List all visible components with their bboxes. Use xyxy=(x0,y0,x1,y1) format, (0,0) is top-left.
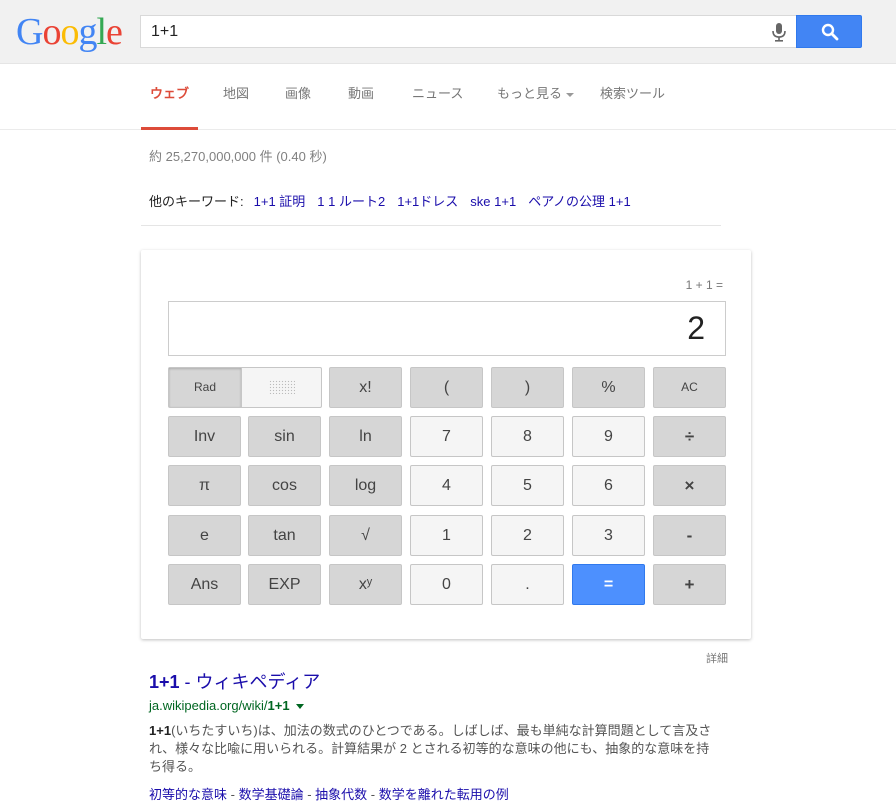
result-title-bold: 1+1 xyxy=(149,672,180,692)
result-title-rest: - ウィキペディア xyxy=(179,672,321,692)
related-link[interactable]: 1+1 証明 xyxy=(254,194,306,209)
sitelink[interactable]: 抽象代数 xyxy=(315,787,367,802)
tab-news[interactable]: ニュース xyxy=(403,86,472,130)
equals-key[interactable]: = xyxy=(572,564,645,605)
digit-5-key[interactable]: 5 xyxy=(491,465,564,506)
url-dropdown-icon[interactable] xyxy=(295,704,304,710)
search-box xyxy=(140,15,796,48)
rad-button[interactable]: Rad xyxy=(169,368,242,407)
result-url-prefix: ja.wikipedia.org/wiki/ xyxy=(149,698,268,713)
percent-key[interactable]: % xyxy=(572,367,645,408)
tab-search-tools[interactable]: 検索ツール xyxy=(591,86,674,130)
exp-key[interactable]: EXP xyxy=(248,564,321,605)
result-snippet: 1+1(いちたすいち)は、加法の数式のひとつである。しばしば、最も単純な計算問題… xyxy=(149,722,719,776)
header-bar: Google xyxy=(0,0,896,64)
related-link[interactable]: 1+1ドレス xyxy=(397,194,458,209)
digit-3-key[interactable]: 3 xyxy=(572,515,645,556)
snippet-text: (いちたすいち)は、加法の数式のひとつである。しばしば、最も単純な計算問題として… xyxy=(149,723,712,774)
digit-7-key[interactable]: 7 xyxy=(410,416,483,457)
sitelink-separator: - xyxy=(367,787,379,802)
deg-placeholder xyxy=(269,380,295,394)
ln-key[interactable]: ln xyxy=(329,416,402,457)
minus-key[interactable]: - xyxy=(653,515,726,556)
sqrt-key[interactable]: √ xyxy=(329,515,402,556)
calculator-details-link[interactable]: 詳細 xyxy=(706,650,728,666)
digit-0-key[interactable]: 0 xyxy=(410,564,483,605)
tab-web[interactable]: ウェブ xyxy=(141,86,199,130)
log-key[interactable]: log xyxy=(329,465,402,506)
digit-4-key[interactable]: 4 xyxy=(410,465,483,506)
search-input[interactable] xyxy=(151,16,751,47)
sitelink[interactable]: 数学を離れた転用の例 xyxy=(379,787,509,802)
logo-letter: o xyxy=(42,11,61,53)
all-clear-key[interactable]: AC xyxy=(653,367,726,408)
search-button[interactable] xyxy=(796,15,862,48)
ans-key[interactable]: Ans xyxy=(168,564,241,605)
digit-8-key[interactable]: 8 xyxy=(491,416,564,457)
tan-key[interactable]: tan xyxy=(248,515,321,556)
tab-maps[interactable]: 地図 xyxy=(214,86,258,130)
open-paren-key[interactable]: ( xyxy=(410,367,483,408)
digit-9-key[interactable]: 9 xyxy=(572,416,645,457)
calculator-display[interactable]: 2 xyxy=(168,301,726,356)
digit-2-key[interactable]: 2 xyxy=(491,515,564,556)
inv-key[interactable]: Inv xyxy=(168,416,241,457)
e-key[interactable]: e xyxy=(168,515,241,556)
tab-images[interactable]: 画像 xyxy=(276,86,320,130)
result-sitelinks: 初等的な意味 - 数学基礎論 - 抽象代数 - 数学を離れた転用の例 xyxy=(149,784,509,803)
result-stats: 約 25,270,000,000 件 (0.40 秒) xyxy=(149,149,327,164)
sitelink-separator: - xyxy=(227,787,239,802)
related-searches: 他のキーワード: 1+1 証明 1 1 ルート2 1+1ドレス ske 1+1 ペアノの公… xyxy=(149,191,631,210)
rad-deg-toggle[interactable]: Rad xyxy=(168,367,322,408)
close-paren-key[interactable]: ) xyxy=(491,367,564,408)
calculator-expression: 1 + 1 = xyxy=(685,278,723,292)
tab-more[interactable]: もっと見る xyxy=(488,86,583,130)
result-title-link[interactable]: 1+1 - ウィキペディア xyxy=(149,668,320,694)
related-link[interactable]: ske 1+1 xyxy=(470,194,516,209)
logo-letter: l xyxy=(96,11,107,53)
logo-letter: e xyxy=(106,11,123,53)
calculator-result: 2 xyxy=(687,310,705,346)
microphone-icon[interactable] xyxy=(770,22,788,42)
related-link[interactable]: 1 1 ルート2 xyxy=(317,194,385,209)
related-label: 他のキーワード: xyxy=(149,194,244,209)
divider xyxy=(141,225,721,226)
power-key[interactable]: xʸ xyxy=(329,564,402,605)
plus-key[interactable]: + xyxy=(653,564,726,605)
pi-key[interactable]: π xyxy=(168,465,241,506)
logo-letter: g xyxy=(78,11,97,53)
deg-button[interactable] xyxy=(243,368,321,407)
decimal-point-key[interactable]: . xyxy=(491,564,564,605)
sitelink-separator: - xyxy=(303,787,316,802)
multiply-key[interactable]: × xyxy=(653,465,726,506)
result-url-bold: 1+1 xyxy=(267,698,290,713)
result-url: ja.wikipedia.org/wiki/1+1 xyxy=(149,698,304,713)
factorial-key[interactable]: x! xyxy=(329,367,402,408)
sitelink[interactable]: 数学基礎論 xyxy=(239,787,304,802)
logo-letter: o xyxy=(60,11,79,53)
digit-6-key[interactable]: 6 xyxy=(572,465,645,506)
cos-key[interactable]: cos xyxy=(248,465,321,506)
related-link[interactable]: ペアノの公理 1+1 xyxy=(528,194,631,209)
sin-key[interactable]: sin xyxy=(248,416,321,457)
divide-key[interactable]: ÷ xyxy=(653,416,726,457)
chevron-down-icon xyxy=(566,92,575,97)
search-icon xyxy=(821,23,839,41)
sitelink[interactable]: 初等的な意味 xyxy=(149,787,227,802)
google-logo[interactable]: Google xyxy=(16,11,123,53)
digit-1-key[interactable]: 1 xyxy=(410,515,483,556)
tab-more-label: もっと見る xyxy=(497,86,563,101)
tab-videos[interactable]: 動画 xyxy=(339,86,383,130)
logo-letter: G xyxy=(16,11,43,53)
calculator-card: 1 + 1 = 2 Rad x! ( ) % AC Inv sin ln 7 8… xyxy=(141,250,751,639)
search-nav: ウェブ 地図 画像 動画 ニュース もっと見る 検索ツール xyxy=(0,64,896,130)
snippet-bold: 1+1 xyxy=(149,723,172,738)
